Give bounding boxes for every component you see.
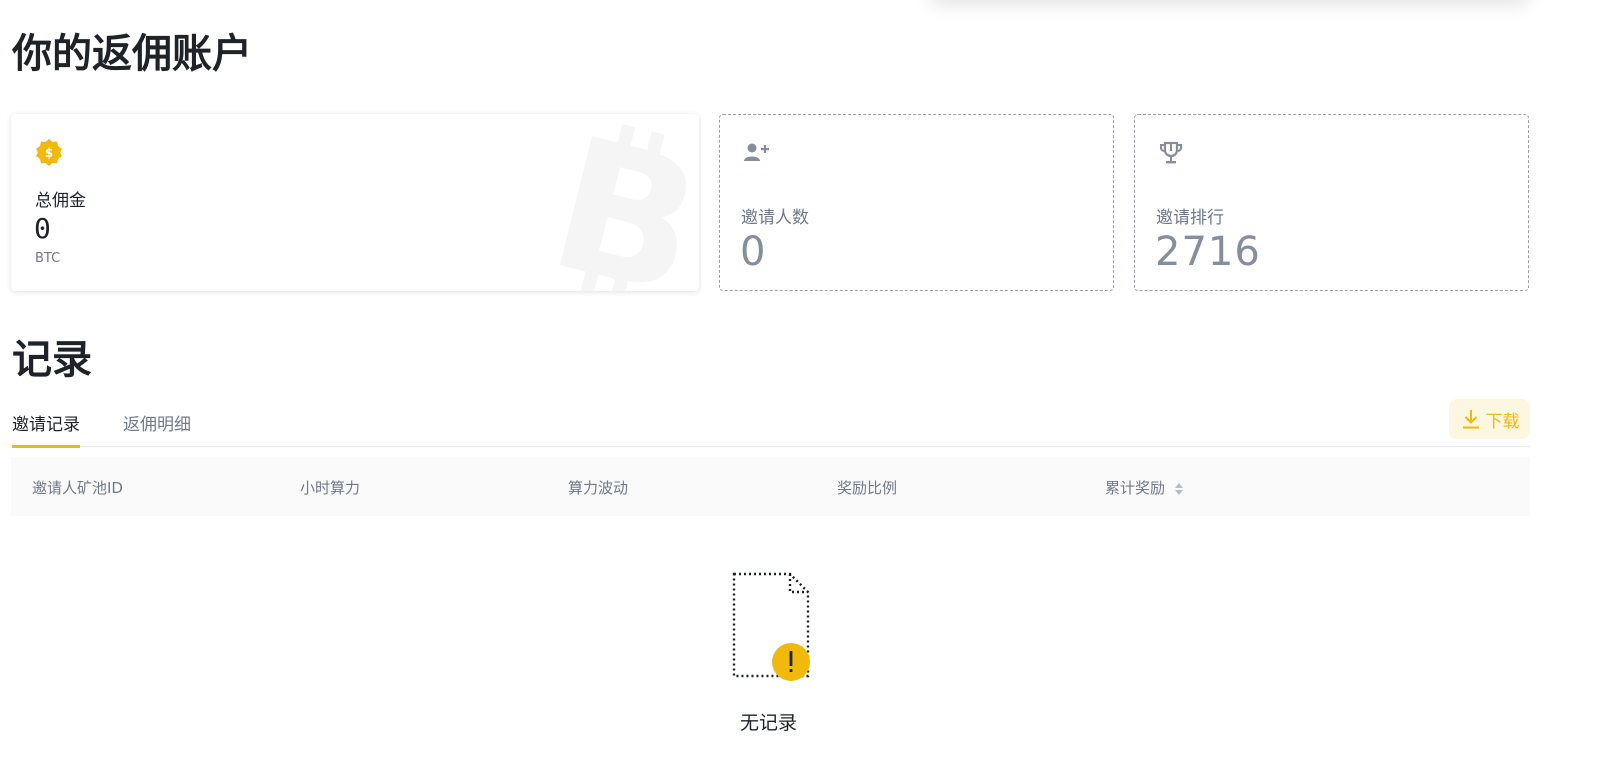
bitcoin-watermark-icon: B <box>533 124 699 291</box>
sort-icon[interactable] <box>1174 481 1184 497</box>
invite-count-value: 0 <box>740 229 767 275</box>
column-header-hourly-hashrate: 小时算力 <box>300 479 361 497</box>
records-section-title: 记录 <box>12 337 92 383</box>
empty-state-text: 无记录 <box>740 712 798 734</box>
page-title: 你的返佣账户 <box>12 31 252 77</box>
column-header-reward-ratio: 奖励比例 <box>837 479 898 497</box>
invite-count-label: 邀请人数 <box>741 208 809 228</box>
trophy-icon <box>1160 141 1182 164</box>
download-button[interactable]: 下载 <box>1449 399 1530 439</box>
invite-count-card: 邀请人数 0 <box>719 114 1114 291</box>
total-commission-label: 总佣金 <box>35 191 86 211</box>
add-user-icon <box>744 143 769 161</box>
empty-document-icon <box>732 572 810 681</box>
column-header-cumulative-reward[interactable]: 累计奖励 <box>1105 477 1184 498</box>
total-commission-unit: BTC <box>35 251 61 266</box>
coin-badge-icon: $ <box>36 139 62 166</box>
invite-rank-label: 邀请排行 <box>1156 208 1224 228</box>
invite-rank-card: 邀请排行 2716 <box>1134 114 1529 291</box>
column-header-hashrate-fluctuation: 算力波动 <box>568 479 629 497</box>
records-tabs: 邀请记录 返佣明细 <box>11 398 1530 448</box>
total-commission-value: 0 <box>34 212 51 245</box>
svg-text:$: $ <box>45 146 53 160</box>
download-label: 下载 <box>1485 411 1520 432</box>
tab-invite-records[interactable]: 邀请记录 <box>12 410 80 448</box>
download-icon <box>1462 410 1479 429</box>
tab-commission-details[interactable]: 返佣明细 <box>123 410 191 435</box>
total-commission-card: B $ 总佣金 0 BTC <box>11 114 699 291</box>
column-header-cumulative-reward-label: 累计奖励 <box>1105 479 1166 497</box>
column-header-inviter-id: 邀请人矿池ID <box>32 479 123 497</box>
invite-rank-value: 2716 <box>1155 229 1261 275</box>
records-table-header: 邀请人矿池ID 小时算力 算力波动 奖励比例 累计奖励 <box>11 457 1530 516</box>
